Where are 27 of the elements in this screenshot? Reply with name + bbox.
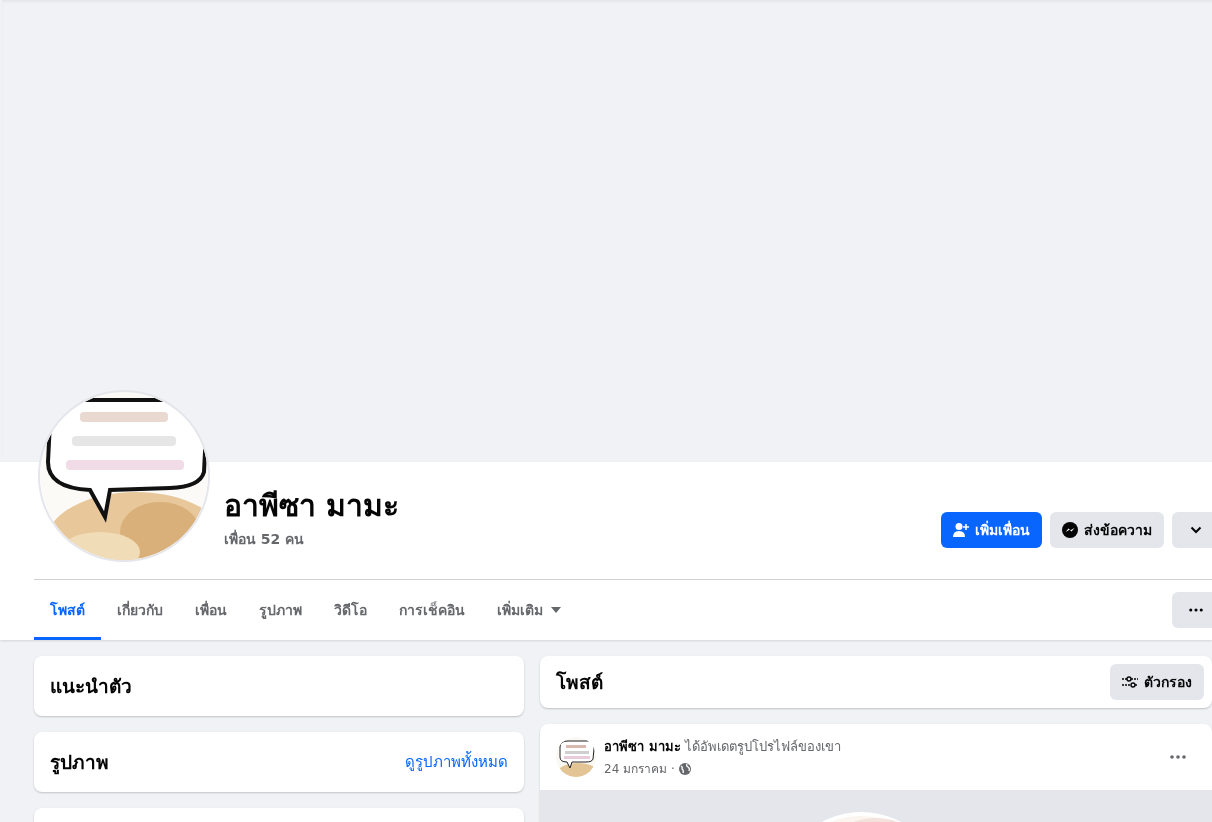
profile-tab[interactable]: เพิ่มเติม xyxy=(481,580,577,640)
post-date[interactable]: 24 มกราคม · xyxy=(604,759,675,778)
see-all-link[interactable]: ดูรูปภาพทั้งหมด xyxy=(405,750,508,774)
profile-tab[interactable]: เกี่ยวกับ xyxy=(101,580,179,640)
profile-tab[interactable]: เพื่อน xyxy=(179,580,243,640)
filter-button[interactable]: ตัวกรอง xyxy=(1110,664,1204,700)
sliders-icon xyxy=(1122,675,1138,689)
profile-name: อาพีซา มามะ xyxy=(224,487,400,525)
chevron-down-icon xyxy=(1190,526,1202,534)
more-icon[interactable] xyxy=(1170,755,1186,759)
caret-icon xyxy=(551,607,561,613)
add-friend-button[interactable]: เพิ่มเพื่อน xyxy=(941,512,1042,548)
post-headline: อาพีซา มามะ ได้อัพเดตรูปโปรไฟล์ของเขา xyxy=(604,738,841,757)
more-button[interactable] xyxy=(1172,592,1212,628)
message-button[interactable]: ส่งข้อความ xyxy=(1050,512,1164,548)
messenger-icon xyxy=(1062,522,1078,538)
profile-tab[interactable]: วิดีโอ xyxy=(318,580,383,640)
profile-tab[interactable]: รูปภาพ xyxy=(243,580,318,640)
card-title: แนะนำตัว xyxy=(50,674,132,699)
profile-tab[interactable]: การเช็คอิน xyxy=(383,580,481,640)
section-title: โพสต์ xyxy=(556,670,603,695)
profile-tab[interactable]: โพสต์ xyxy=(34,580,101,640)
add-person-icon xyxy=(953,522,969,538)
card-title: รูปภาพ xyxy=(50,750,109,777)
more-icon xyxy=(1189,608,1203,612)
friend-count[interactable]: เพื่อน 52 คน xyxy=(224,528,400,550)
dropdown-button[interactable] xyxy=(1172,512,1212,548)
